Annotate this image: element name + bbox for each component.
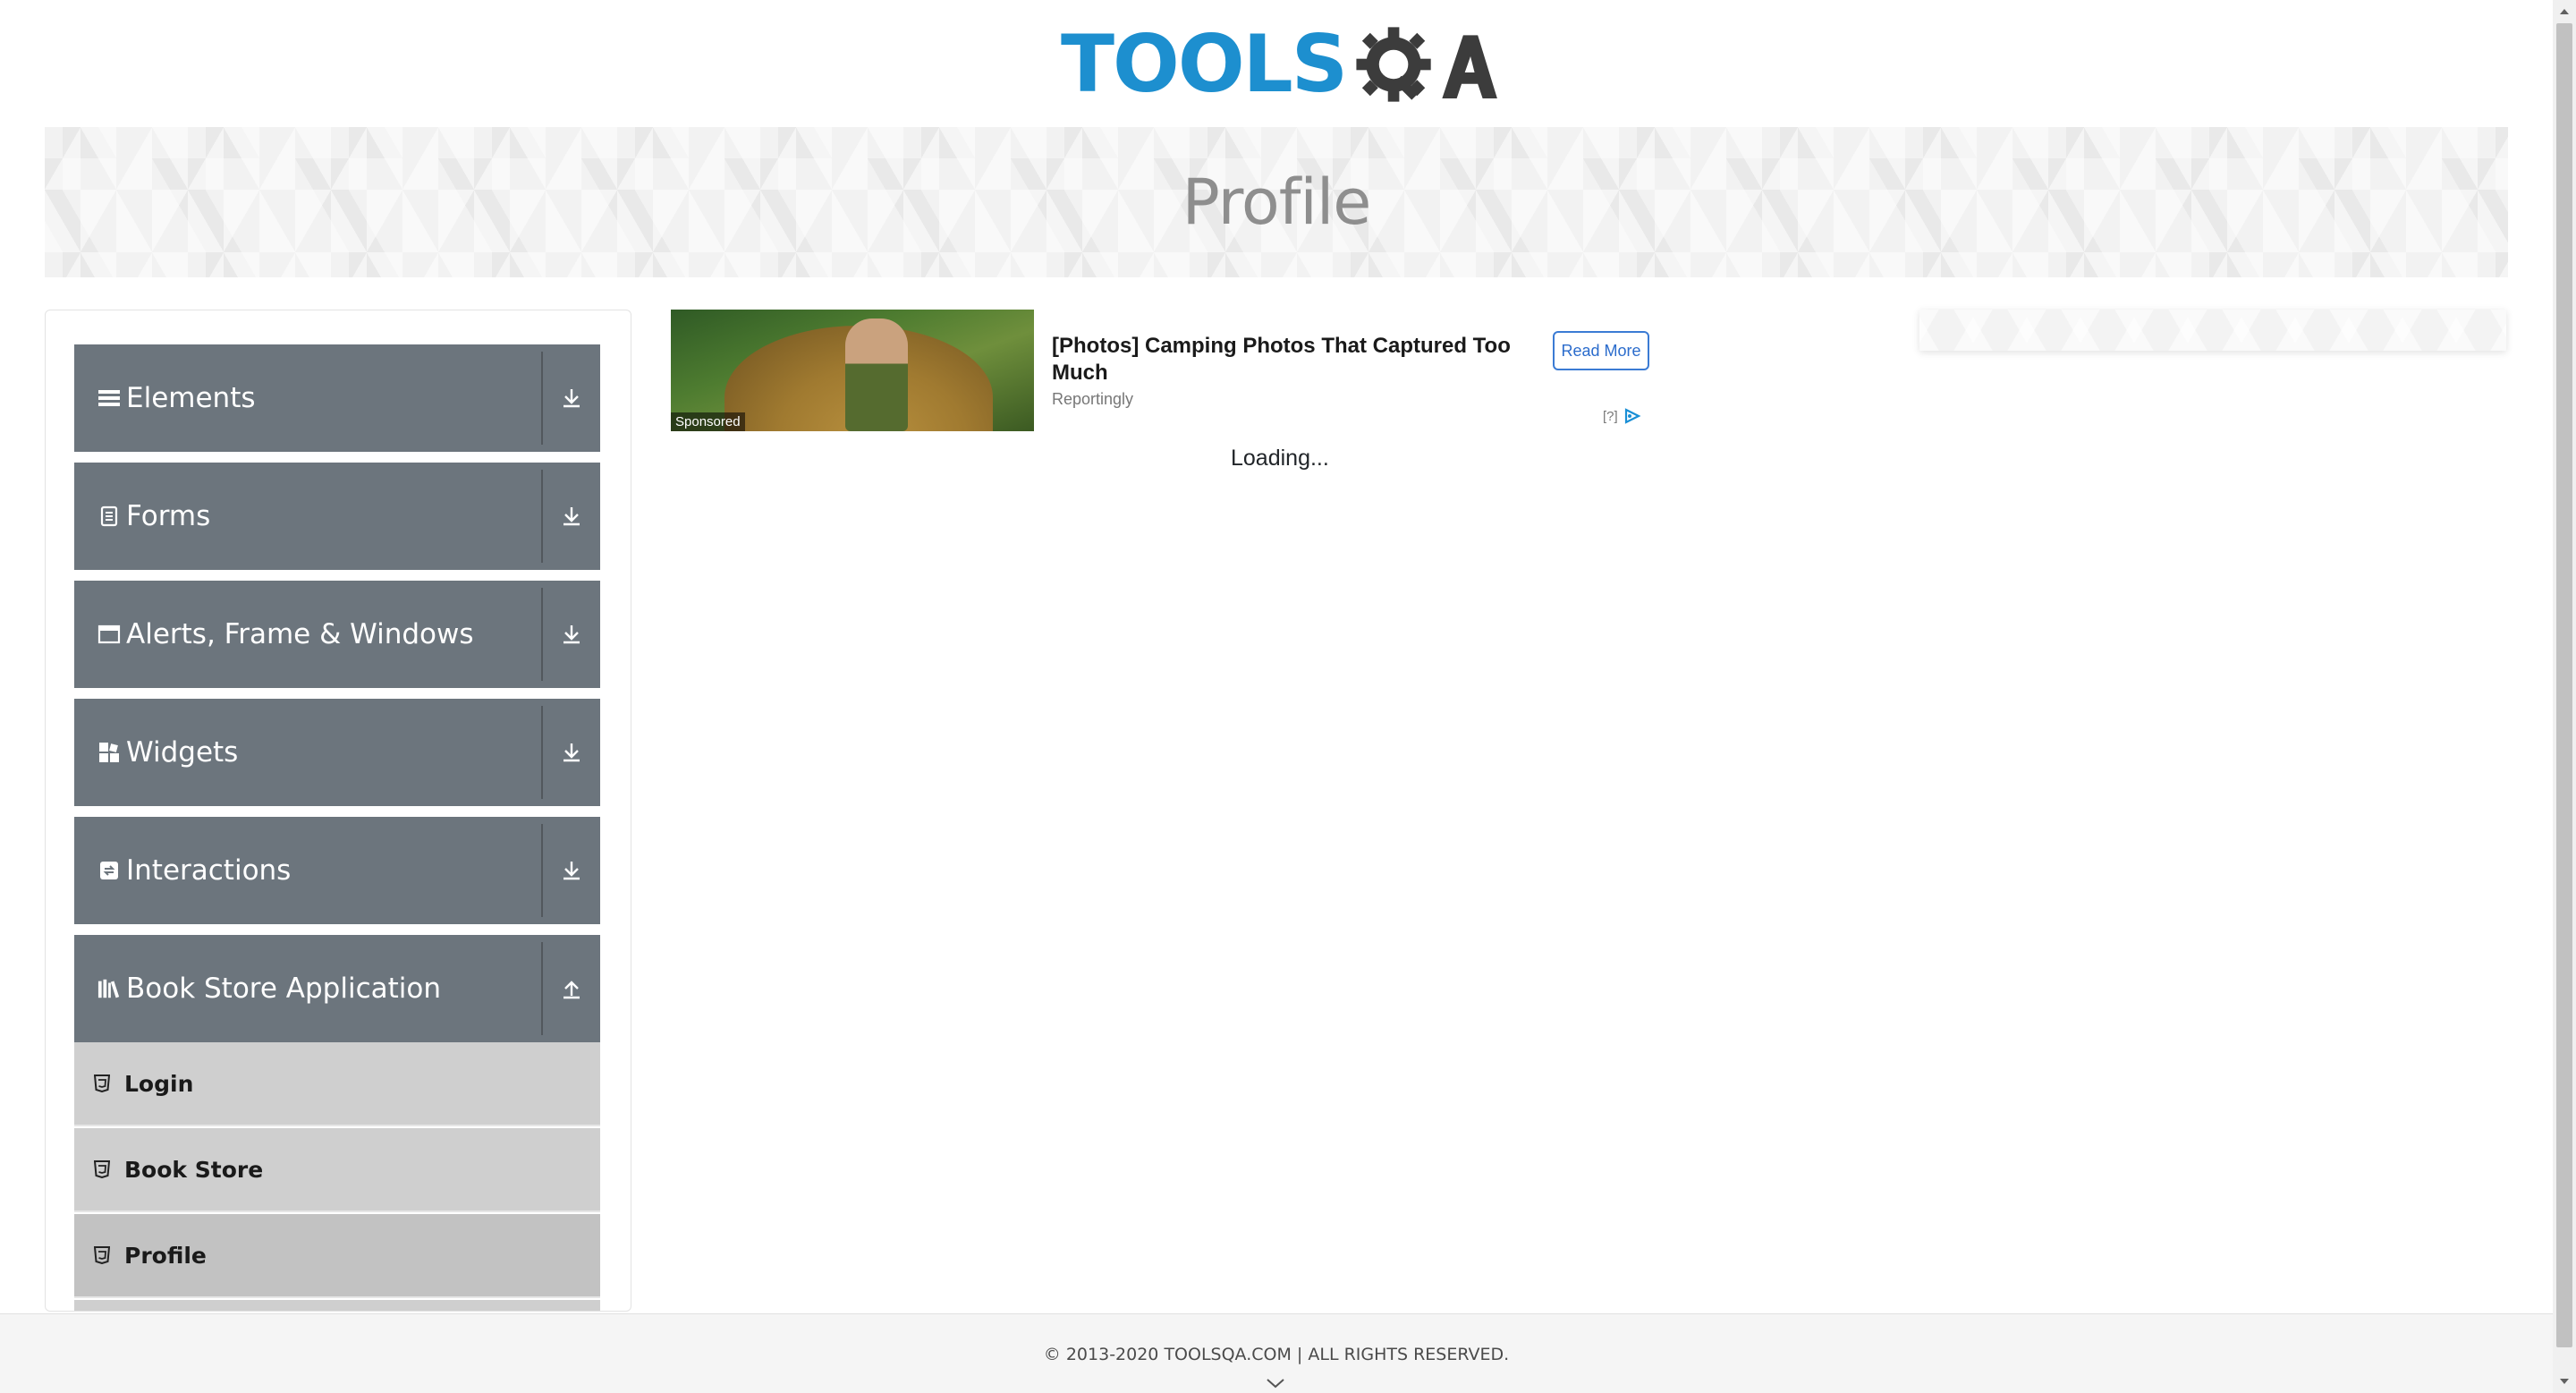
download-arrow-icon[interactable] [543,699,600,806]
sidebar-group-label: Widgets [126,736,239,769]
sponsored-label: Sponsored [671,412,745,431]
window-icon [97,623,121,646]
ad-source: Reportingly [1052,390,1134,408]
ad-image[interactable]: Sponsored [671,310,1034,431]
loading-text: Loading... [1231,446,1329,471]
sidebar-item-label: Book Store [124,1156,264,1183]
sidebar-item-profile[interactable]: Profile [74,1214,600,1298]
sidebar-group-book-store-application[interactable]: Book Store Application [74,935,600,1042]
vertical-scrollbar[interactable] [2553,0,2576,1393]
widgets-icon [97,741,121,764]
scroll-down-icon[interactable] [2553,1370,2576,1393]
html5-icon [94,1159,112,1179]
sidebar-group-interactions[interactable]: Interactions [74,817,600,924]
ad-headline[interactable]: [Photos] Camping Photos That Captured To… [1052,333,1535,386]
sidebar-item-partial[interactable] [74,1300,600,1311]
scrollbar-thumb[interactable] [2556,23,2572,1347]
person-shape [845,319,908,431]
download-arrow-icon[interactable] [543,817,600,924]
document-icon [97,505,121,528]
right-ad-placeholder [1919,310,2506,351]
footer: © 2013-2020 TOOLSQA.COM | ALL RIGHTS RES… [0,1313,2553,1393]
sidebar-group-label: Forms [126,500,211,532]
sidebar-item-book-store[interactable]: Book Store [74,1128,600,1212]
html5-icon [94,1074,112,1093]
hamburger-icon [97,386,121,410]
sidebar-item-label: Profile [124,1242,207,1269]
scroll-up-icon[interactable] [2553,0,2576,23]
sidebar-group-label: Book Store Application [126,973,442,1005]
toolsqa-logo[interactable]: TOOLS [1061,13,1497,116]
adchoices-icon[interactable] [1623,408,1641,424]
chevron-down-icon[interactable] [1265,1377,1286,1389]
sidebar: Elements Forms Alerts, Frame & Windows W… [45,310,631,1312]
sidebar-group-elements[interactable]: Elements [74,344,600,452]
upload-arrow-icon[interactable] [543,935,600,1042]
sidebar-group-alerts[interactable]: Alerts, Frame & Windows [74,581,600,688]
sidebar-group-label: Interactions [126,854,292,887]
logo-text: TOOLS [1061,18,1348,110]
copyright-text: © 2013-2020 TOOLSQA.COM | ALL RIGHTS RES… [1043,1345,1510,1364]
download-arrow-icon[interactable] [543,463,600,570]
html5-icon [94,1245,112,1265]
download-arrow-icon[interactable] [543,344,600,452]
gear-q-a-logo-icon [1356,27,1497,102]
interactions-icon [97,859,121,882]
sidebar-group-label: Elements [126,382,256,414]
sidebar-item-login[interactable]: Login [74,1042,600,1126]
ad-choices[interactable]: [?] [1603,408,1641,424]
sidebar-item-label: Login [124,1070,194,1097]
books-icon [97,977,121,1000]
sidebar-group-forms[interactable]: Forms [74,463,600,570]
read-more-button[interactable]: Read More [1553,331,1649,370]
sidebar-group-label: Alerts, Frame & Windows [126,618,474,650]
sponsored-ad[interactable]: Sponsored [Photos] Camping Photos That C… [671,310,1651,433]
download-arrow-icon[interactable] [543,581,600,688]
page-title: Profile [1182,166,1372,239]
ad-help-label[interactable]: [?] [1603,409,1618,424]
sidebar-group-widgets[interactable]: Widgets [74,699,600,806]
page-banner: Profile [45,127,2508,277]
